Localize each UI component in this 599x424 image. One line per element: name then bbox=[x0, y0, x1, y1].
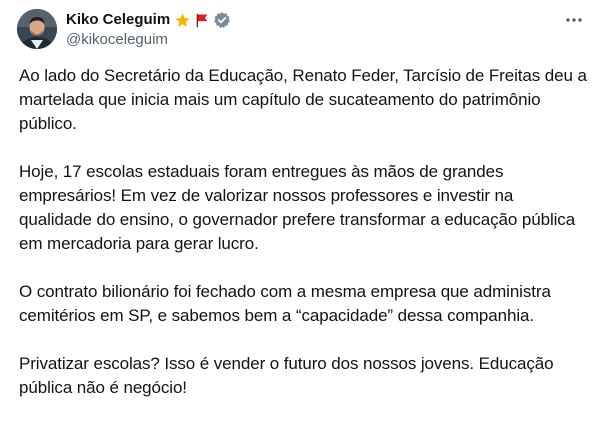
red-flag-icon bbox=[194, 12, 210, 29]
tweet-paragraph-4: Privatizar escolas? Isso é vender o futu… bbox=[19, 354, 554, 397]
tweet-paragraph-3: O contrato bilionário foi fechado com a … bbox=[19, 282, 551, 325]
author-handle[interactable]: @kikoceleguim bbox=[66, 30, 168, 50]
tweet-text: Ao lado do Secretário da Educação, Renat… bbox=[19, 64, 589, 424]
tweet-paragraph-2: Hoje, 17 escolas estaduais foram entregu… bbox=[19, 162, 576, 253]
more-options-button[interactable] bbox=[563, 10, 585, 30]
star-icon bbox=[174, 12, 191, 29]
author-name-row[interactable]: Kiko Celeguim bbox=[66, 10, 231, 30]
tweet: Kiko Celeguim @kikoceleguim Ao lado do S… bbox=[0, 0, 599, 404]
more-dots-icon bbox=[566, 18, 582, 22]
verified-badge-icon[interactable] bbox=[213, 11, 231, 29]
display-name[interactable]: Kiko Celeguim bbox=[66, 10, 170, 30]
tweet-paragraph-1: Ao lado do Secretário da Educação, Renat… bbox=[19, 66, 587, 133]
avatar[interactable] bbox=[17, 9, 57, 49]
